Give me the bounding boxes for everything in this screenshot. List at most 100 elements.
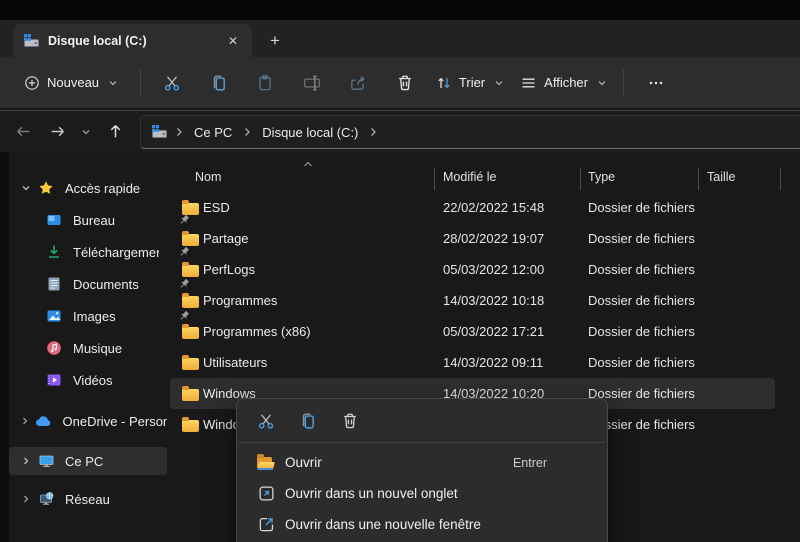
- file-date: 14/03/2022 10:18: [443, 293, 545, 308]
- trier-button[interactable]: Trier: [428, 69, 512, 97]
- chevron-right-icon: [22, 417, 28, 425]
- copy-button[interactable]: [202, 67, 234, 99]
- sidebar-item-reseau[interactable]: Réseau: [9, 485, 167, 513]
- breadcrumb-ce-pc[interactable]: Ce PC: [190, 122, 236, 143]
- column-divider: [698, 168, 699, 190]
- breadcrumb-chevron-icon[interactable]: [369, 127, 377, 137]
- new-tab-button[interactable]: +: [262, 28, 288, 54]
- trash-icon: [398, 75, 411, 90]
- arrow-right-icon: [51, 126, 64, 137]
- column-header-type[interactable]: Type: [588, 170, 615, 184]
- folder-icon: [182, 230, 199, 246]
- up-button[interactable]: [100, 117, 130, 147]
- file-name: PerfLogs: [203, 262, 256, 277]
- tab-close-button[interactable]: ✕: [222, 30, 244, 52]
- sidebar-item-label: Réseau: [65, 491, 110, 507]
- file-name: Programmes: [203, 293, 278, 308]
- open-new-window-icon: [259, 518, 273, 532]
- menu-item-ouvrir[interactable]: Ouvrir Entrer: [241, 447, 603, 478]
- view-list-icon: [522, 78, 535, 87]
- sidebar-item-label: Accès rapide: [65, 180, 141, 196]
- computer-icon: [39, 455, 53, 468]
- copy-icon: [302, 413, 314, 429]
- breadcrumb-chevron-icon[interactable]: [175, 127, 183, 137]
- arrow-left-icon: [16, 126, 29, 137]
- recent-locations-button[interactable]: [76, 117, 96, 147]
- breadcrumb-disque-local[interactable]: Disque local (C:): [258, 122, 362, 143]
- paste-button[interactable]: [249, 67, 281, 99]
- afficher-button[interactable]: Afficher: [512, 69, 615, 97]
- nouveau-button[interactable]: Nouveau: [16, 69, 126, 97]
- cloud-icon: [35, 416, 50, 427]
- circle-plus-icon: [25, 75, 39, 90]
- sort-icon: [438, 77, 450, 88]
- file-row-programmes-x86[interactable]: Programmes (x86) 05/03/2022 17:21 Dossie…: [170, 316, 775, 347]
- copy-button[interactable]: [293, 407, 323, 435]
- share-icon: [351, 75, 366, 90]
- file-row-partage[interactable]: Partage 28/02/2022 19:07 Dossier de fich…: [170, 223, 775, 254]
- menu-item-ouvrir-nouvel-onglet[interactable]: Ouvrir dans un nouvel onglet: [241, 478, 603, 509]
- afficher-label: Afficher: [544, 75, 588, 90]
- file-row-utilisateurs[interactable]: Utilisateurs 14/03/2022 09:11 Dossier de…: [170, 347, 775, 378]
- chevron-down-icon: [598, 80, 606, 85]
- command-toolbar: Nouveau Trier Afficher: [0, 57, 800, 109]
- folder-icon: [182, 354, 199, 370]
- file-type: Dossier de fichiers: [588, 293, 695, 308]
- file-row-programmes[interactable]: Programmes 14/03/2022 10:18 Dossier de f…: [170, 285, 775, 316]
- delete-button[interactable]: [335, 407, 365, 435]
- menu-item-label: Ouvrir dans une nouvelle fenêtre: [285, 517, 481, 532]
- cut-button[interactable]: [251, 407, 281, 435]
- sidebar-item-label: Bureau: [73, 212, 115, 228]
- file-row-esd[interactable]: ESD 22/02/2022 15:48 Dossier de fichiers: [170, 192, 775, 223]
- clipboard-icon: [259, 74, 271, 90]
- share-button[interactable]: [342, 67, 374, 99]
- trier-label: Trier: [458, 75, 486, 90]
- column-header-nom[interactable]: Nom: [195, 170, 221, 184]
- ellipsis-icon: [649, 81, 663, 84]
- file-row-perflogs[interactable]: PerfLogs 05/03/2022 12:00 Dossier de fic…: [170, 254, 775, 285]
- column-header-modifie[interactable]: Modifié le: [443, 170, 497, 184]
- file-date: 05/03/2022 12:00: [443, 262, 545, 277]
- desktop-icon: [47, 215, 61, 225]
- sidebar-item-ce-pc[interactable]: Ce PC: [9, 447, 167, 475]
- file-date: 28/02/2022 19:07: [443, 231, 545, 246]
- star-icon: [39, 181, 53, 194]
- file-name: ESD: [203, 200, 230, 215]
- sidebar-item-label: Vidéos: [73, 372, 113, 388]
- rename-button[interactable]: [295, 67, 327, 99]
- network-icon: [39, 492, 53, 505]
- column-header-taille[interactable]: Taille: [707, 170, 736, 184]
- folder-icon: [182, 416, 199, 432]
- menu-item-ouvrir-nouvelle-fenetre[interactable]: Ouvrir dans une nouvelle fenêtre: [241, 509, 603, 540]
- file-explorer-window: Disque local (C:) ✕ + Nouveau Trier Affi…: [0, 0, 800, 542]
- toolbar-divider: [140, 69, 141, 96]
- forward-button[interactable]: [42, 117, 72, 147]
- sidebar-item-onedrive[interactable]: OneDrive - Personal: [9, 407, 167, 435]
- delete-button[interactable]: [388, 67, 420, 99]
- tab-bar: Disque local (C:) ✕ +: [0, 20, 800, 57]
- file-type: Dossier de fichiers: [588, 262, 695, 277]
- more-options-button[interactable]: [639, 67, 673, 99]
- back-button[interactable]: [8, 117, 38, 147]
- address-bar[interactable]: Ce PC Disque local (C:): [140, 115, 800, 149]
- video-icon: [47, 374, 61, 386]
- image-icon: [47, 310, 61, 322]
- chevron-right-icon: [24, 457, 29, 465]
- trash-icon: [344, 413, 356, 429]
- sidebar-item-label: Documents: [73, 276, 139, 292]
- cut-button[interactable]: [156, 67, 188, 99]
- sidebar-item-quick-access[interactable]: Accès rapide: [9, 174, 167, 202]
- context-menu-divider: [239, 442, 605, 443]
- sidebar-item-label: Musique: [73, 340, 123, 356]
- tab-title: Disque local (C:): [48, 33, 147, 48]
- open-new-tab-icon: [258, 486, 274, 501]
- breadcrumb-chevron-icon[interactable]: [243, 127, 251, 137]
- toolbar-divider: [623, 69, 624, 96]
- tab-disque-local[interactable]: Disque local (C:) ✕: [13, 24, 252, 57]
- document-icon: [48, 277, 60, 291]
- file-type: Dossier de fichiers: [588, 200, 695, 215]
- folder-icon: [182, 323, 199, 339]
- sidebar-item-label: OneDrive - Personal: [62, 413, 167, 429]
- menu-item-shortcut: Entrer: [512, 455, 547, 470]
- arrow-up-icon: [110, 125, 120, 138]
